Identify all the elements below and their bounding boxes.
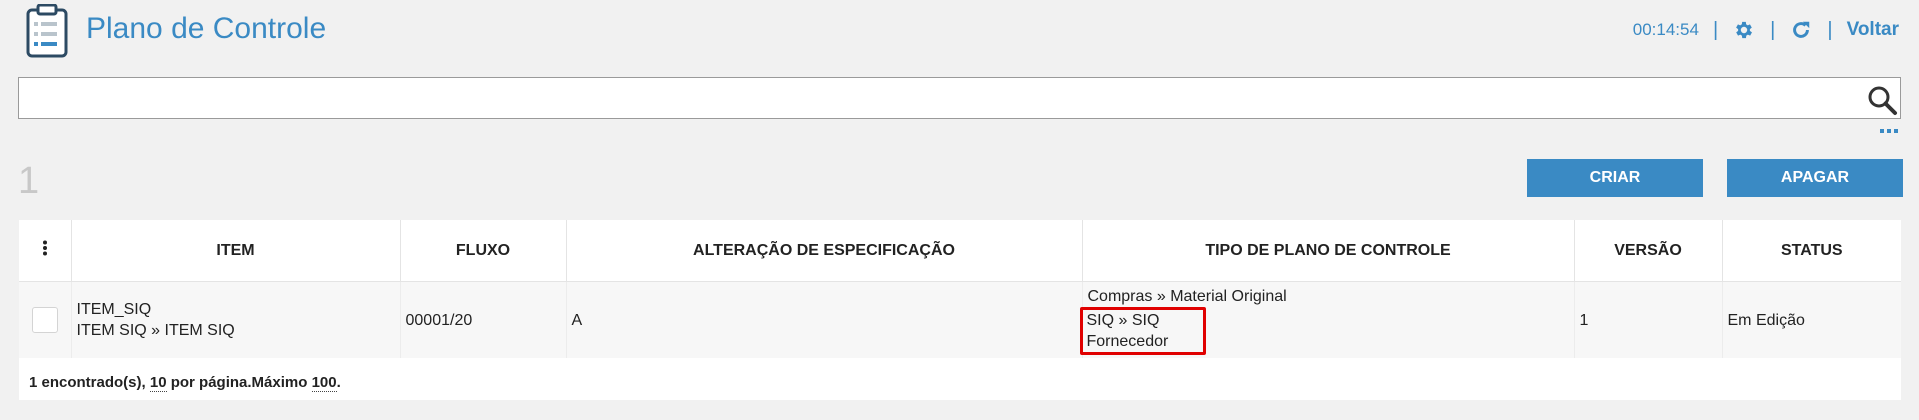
create-button[interactable]: CRIAR <box>1527 159 1703 197</box>
separator: | <box>1712 18 1719 41</box>
session-timer: 00:14:54 <box>1632 20 1699 39</box>
column-header-fluxo[interactable]: FLUXO <box>400 220 567 282</box>
column-header-status[interactable]: STATUS <box>1722 220 1901 282</box>
app-header: Plano de Controle 00:14:54 | | | Voltar <box>0 0 1919 70</box>
separator: | <box>1770 18 1776 41</box>
tipo-line-1: Compras » Material Original <box>1087 287 1287 305</box>
item-code: ITEM_SIQ <box>76 301 152 318</box>
column-menu[interactable] <box>19 220 72 282</box>
results-table-panel: ITEM FLUXO ALTERAÇÃO DE ESPECIFICAÇÃO TI… <box>19 220 1901 400</box>
per-page-selector[interactable]: 10 <box>149 374 167 392</box>
more-icon[interactable] <box>1879 127 1899 137</box>
table-header-row: ITEM FLUXO ALTERAÇÃO DE ESPECIFICAÇÃO TI… <box>19 220 1901 282</box>
gear-icon[interactable] <box>1732 18 1756 42</box>
header-actions: 00:14:54 | | | Voltar <box>1633 18 1899 42</box>
row-select-cell <box>19 281 72 358</box>
cell-tipo: Compras » Material Original SIQ » SIQ Fo… <box>1079 281 1575 358</box>
pagination-info: 1 encontrado(s), 10 por página.Máximo 10… <box>29 374 341 392</box>
max-selector[interactable]: 100 <box>311 374 337 392</box>
back-link[interactable]: Voltar <box>1847 19 1899 41</box>
clipboard-icon <box>26 4 68 58</box>
column-header-item[interactable]: ITEM <box>71 220 401 282</box>
column-header-alteracao[interactable]: ALTERAÇÃO DE ESPECIFICAÇÃO <box>566 220 1083 282</box>
results-table: ITEM FLUXO ALTERAÇÃO DE ESPECIFICAÇÃO TI… <box>19 220 1901 358</box>
cell-item: ITEM_SIQ ITEM SIQ » ITEM SIQ <box>71 281 401 358</box>
delete-button[interactable]: APAGAR <box>1727 159 1903 197</box>
result-count: 1 <box>18 160 40 202</box>
found-text: 1 encontrado(s), <box>29 374 150 391</box>
search-input[interactable] <box>19 78 1863 116</box>
cell-status: Em Edição <box>1722 281 1901 358</box>
table-row[interactable]: ITEM_SIQ ITEM SIQ » ITEM SIQ 00001/20 A … <box>19 281 1901 358</box>
separator: | <box>1827 18 1833 41</box>
row-checkbox[interactable] <box>31 307 58 333</box>
kebab-menu-icon[interactable] <box>42 240 48 256</box>
search-bar <box>18 77 1901 119</box>
cell-fluxo: 00001/20 <box>400 281 567 358</box>
cell-alteracao: A <box>566 281 1083 358</box>
tipo-line-3: Fornecedor <box>1086 332 1169 350</box>
highlight-box: SIQ » SIQ Fornecedor <box>1079 306 1207 355</box>
page-title: Plano de Controle <box>86 12 327 45</box>
column-header-versao[interactable]: VERSÃO <box>1574 220 1723 282</box>
tipo-line-2: SIQ » SIQ <box>1086 311 1160 329</box>
search-icon[interactable] <box>1866 84 1898 116</box>
refresh-icon[interactable] <box>1789 18 1813 42</box>
item-path: ITEM SIQ » ITEM SIQ <box>76 322 235 339</box>
cell-versao: 1 <box>1574 281 1723 358</box>
column-header-tipo[interactable]: TIPO DE PLANO DE CONTROLE <box>1082 220 1575 282</box>
per-page-text: por página.Máximo <box>166 374 312 391</box>
period: . <box>336 374 341 391</box>
